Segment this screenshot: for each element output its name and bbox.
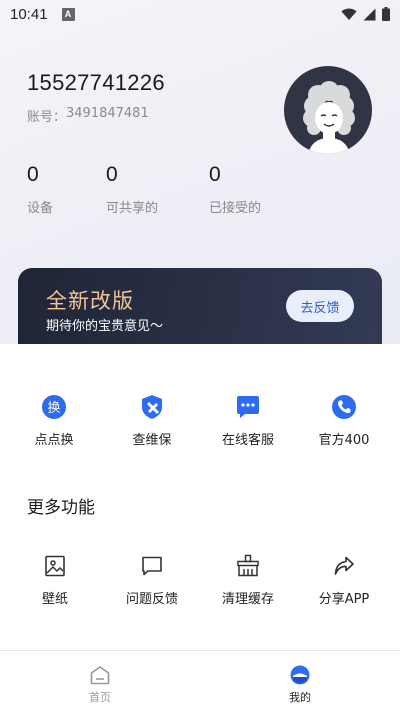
signal-icon bbox=[363, 8, 376, 20]
nav-home[interactable]: 首页 bbox=[70, 665, 130, 705]
feature-label: 壁纸 bbox=[41, 592, 68, 607]
feature-wallpaper[interactable]: 壁纸 bbox=[7, 552, 103, 607]
avatar-cartoon-icon bbox=[303, 81, 355, 154]
exchange-glyph: 换 bbox=[47, 401, 60, 416]
account-id: 3491847481 bbox=[66, 106, 149, 121]
service-online-support[interactable]: 在线客服 bbox=[200, 393, 296, 448]
stat-value: 0 bbox=[209, 163, 221, 186]
clean-icon bbox=[234, 552, 262, 580]
profile-nav-icon bbox=[290, 665, 310, 685]
service-label: 官方400 bbox=[318, 433, 370, 448]
feature-label: 清理缓存 bbox=[221, 592, 274, 607]
more-features-title: 更多功能 bbox=[27, 498, 95, 518]
service-label: 查维保 bbox=[132, 433, 172, 448]
a-badge-icon: A bbox=[61, 7, 75, 21]
stat-shareable[interactable]: 0 可共享的 bbox=[106, 163, 158, 216]
services-row: 换 点点换 查维保 在线客服 官方400 bbox=[0, 393, 400, 473]
service-hotline[interactable]: 官方400 bbox=[296, 393, 392, 448]
stat-devices[interactable]: 0 设备 bbox=[27, 163, 53, 216]
share-icon bbox=[330, 552, 358, 580]
banner-title: 全新改版 bbox=[46, 289, 134, 313]
service-label: 在线客服 bbox=[221, 433, 274, 448]
stat-accepted[interactable]: 0 已接受的 bbox=[209, 163, 261, 216]
stat-label: 可共享的 bbox=[106, 201, 159, 216]
nav-mine-label: 我的 bbox=[289, 691, 311, 704]
account-label: 账号： bbox=[27, 110, 67, 125]
nav-mine[interactable]: 我的 bbox=[270, 665, 330, 705]
bottom-nav: 首页 我的 bbox=[0, 650, 400, 711]
feature-label: 问题反馈 bbox=[125, 592, 178, 607]
battery-icon bbox=[382, 7, 390, 21]
home-icon bbox=[90, 666, 110, 685]
status-time: 10:41 bbox=[10, 5, 48, 23]
stat-label: 已接受的 bbox=[209, 201, 262, 216]
feature-feedback[interactable]: 问题反馈 bbox=[104, 552, 200, 607]
image-icon bbox=[41, 552, 69, 580]
feature-clear-cache[interactable]: 清理缓存 bbox=[200, 552, 296, 607]
user-phone: 15527741226 bbox=[27, 70, 165, 95]
chat-bubble-icon bbox=[234, 393, 262, 421]
status-icons bbox=[341, 7, 390, 21]
service-label: 点点换 bbox=[34, 433, 74, 448]
stat-value: 0 bbox=[27, 163, 39, 186]
account-line: 账号： 3491847481 bbox=[27, 106, 149, 125]
phone-icon bbox=[330, 393, 358, 421]
feature-share-app[interactable]: 分享APP bbox=[296, 552, 392, 607]
status-bar: 10:41 A bbox=[0, 0, 400, 28]
banner-subtitle: 期待你的宝贵意见～ bbox=[46, 319, 164, 334]
message-icon bbox=[138, 552, 166, 580]
stat-value: 0 bbox=[106, 163, 118, 186]
feature-label: 分享APP bbox=[318, 592, 370, 607]
more-features-row: 壁纸 问题反馈 清理缓存 分享APP bbox=[0, 552, 400, 632]
wrench-shield-icon bbox=[138, 393, 166, 421]
nav-home-label: 首页 bbox=[89, 691, 111, 704]
feedback-button[interactable]: 去反馈 bbox=[286, 290, 354, 322]
service-warranty[interactable]: 查维保 bbox=[104, 393, 200, 448]
stat-label: 设备 bbox=[27, 201, 54, 216]
exchange-icon: 换 bbox=[40, 393, 68, 421]
wifi-icon bbox=[341, 8, 357, 20]
service-exchange[interactable]: 换 点点换 bbox=[6, 393, 102, 448]
avatar[interactable] bbox=[284, 66, 372, 154]
